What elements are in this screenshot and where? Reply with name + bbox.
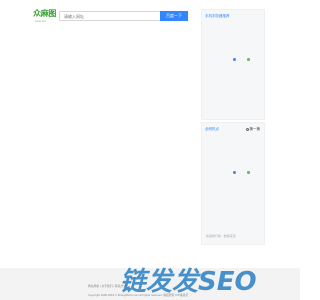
recommend-panel: 手机浏览器推荐 [201, 9, 265, 120]
search-button[interactable]: 百度一下 [160, 11, 188, 21]
refresh-icon [245, 127, 249, 131]
logo-text: 众麻图 [33, 9, 57, 18]
loading-dot-icon [233, 58, 236, 61]
panel-footer-note: 热度排行榜 · 数据来源 [206, 234, 236, 238]
watermark-logo: 链发发SEO [120, 267, 257, 297]
logo-subtext: xxxxx.xxx [35, 20, 46, 23]
loading-dot-icon [233, 171, 236, 174]
watermark-text: 链发发SEO [120, 267, 257, 297]
panel-title: 手机浏览器推荐 [205, 14, 230, 18]
refresh-label: 换一换 [249, 127, 261, 131]
site-logo[interactable]: 众麻图 xxxxx.xxx [33, 9, 57, 24]
refresh-button[interactable]: 换一换 [245, 127, 261, 132]
loading-dot-icon [247, 58, 250, 61]
loading-dot-icon [247, 171, 250, 174]
panel-title: 全网热点 [205, 127, 219, 131]
hot-topics-panel: 全网热点 换一换 热度排行榜 · 数据来源 [201, 122, 265, 245]
search-input[interactable] [59, 11, 160, 21]
